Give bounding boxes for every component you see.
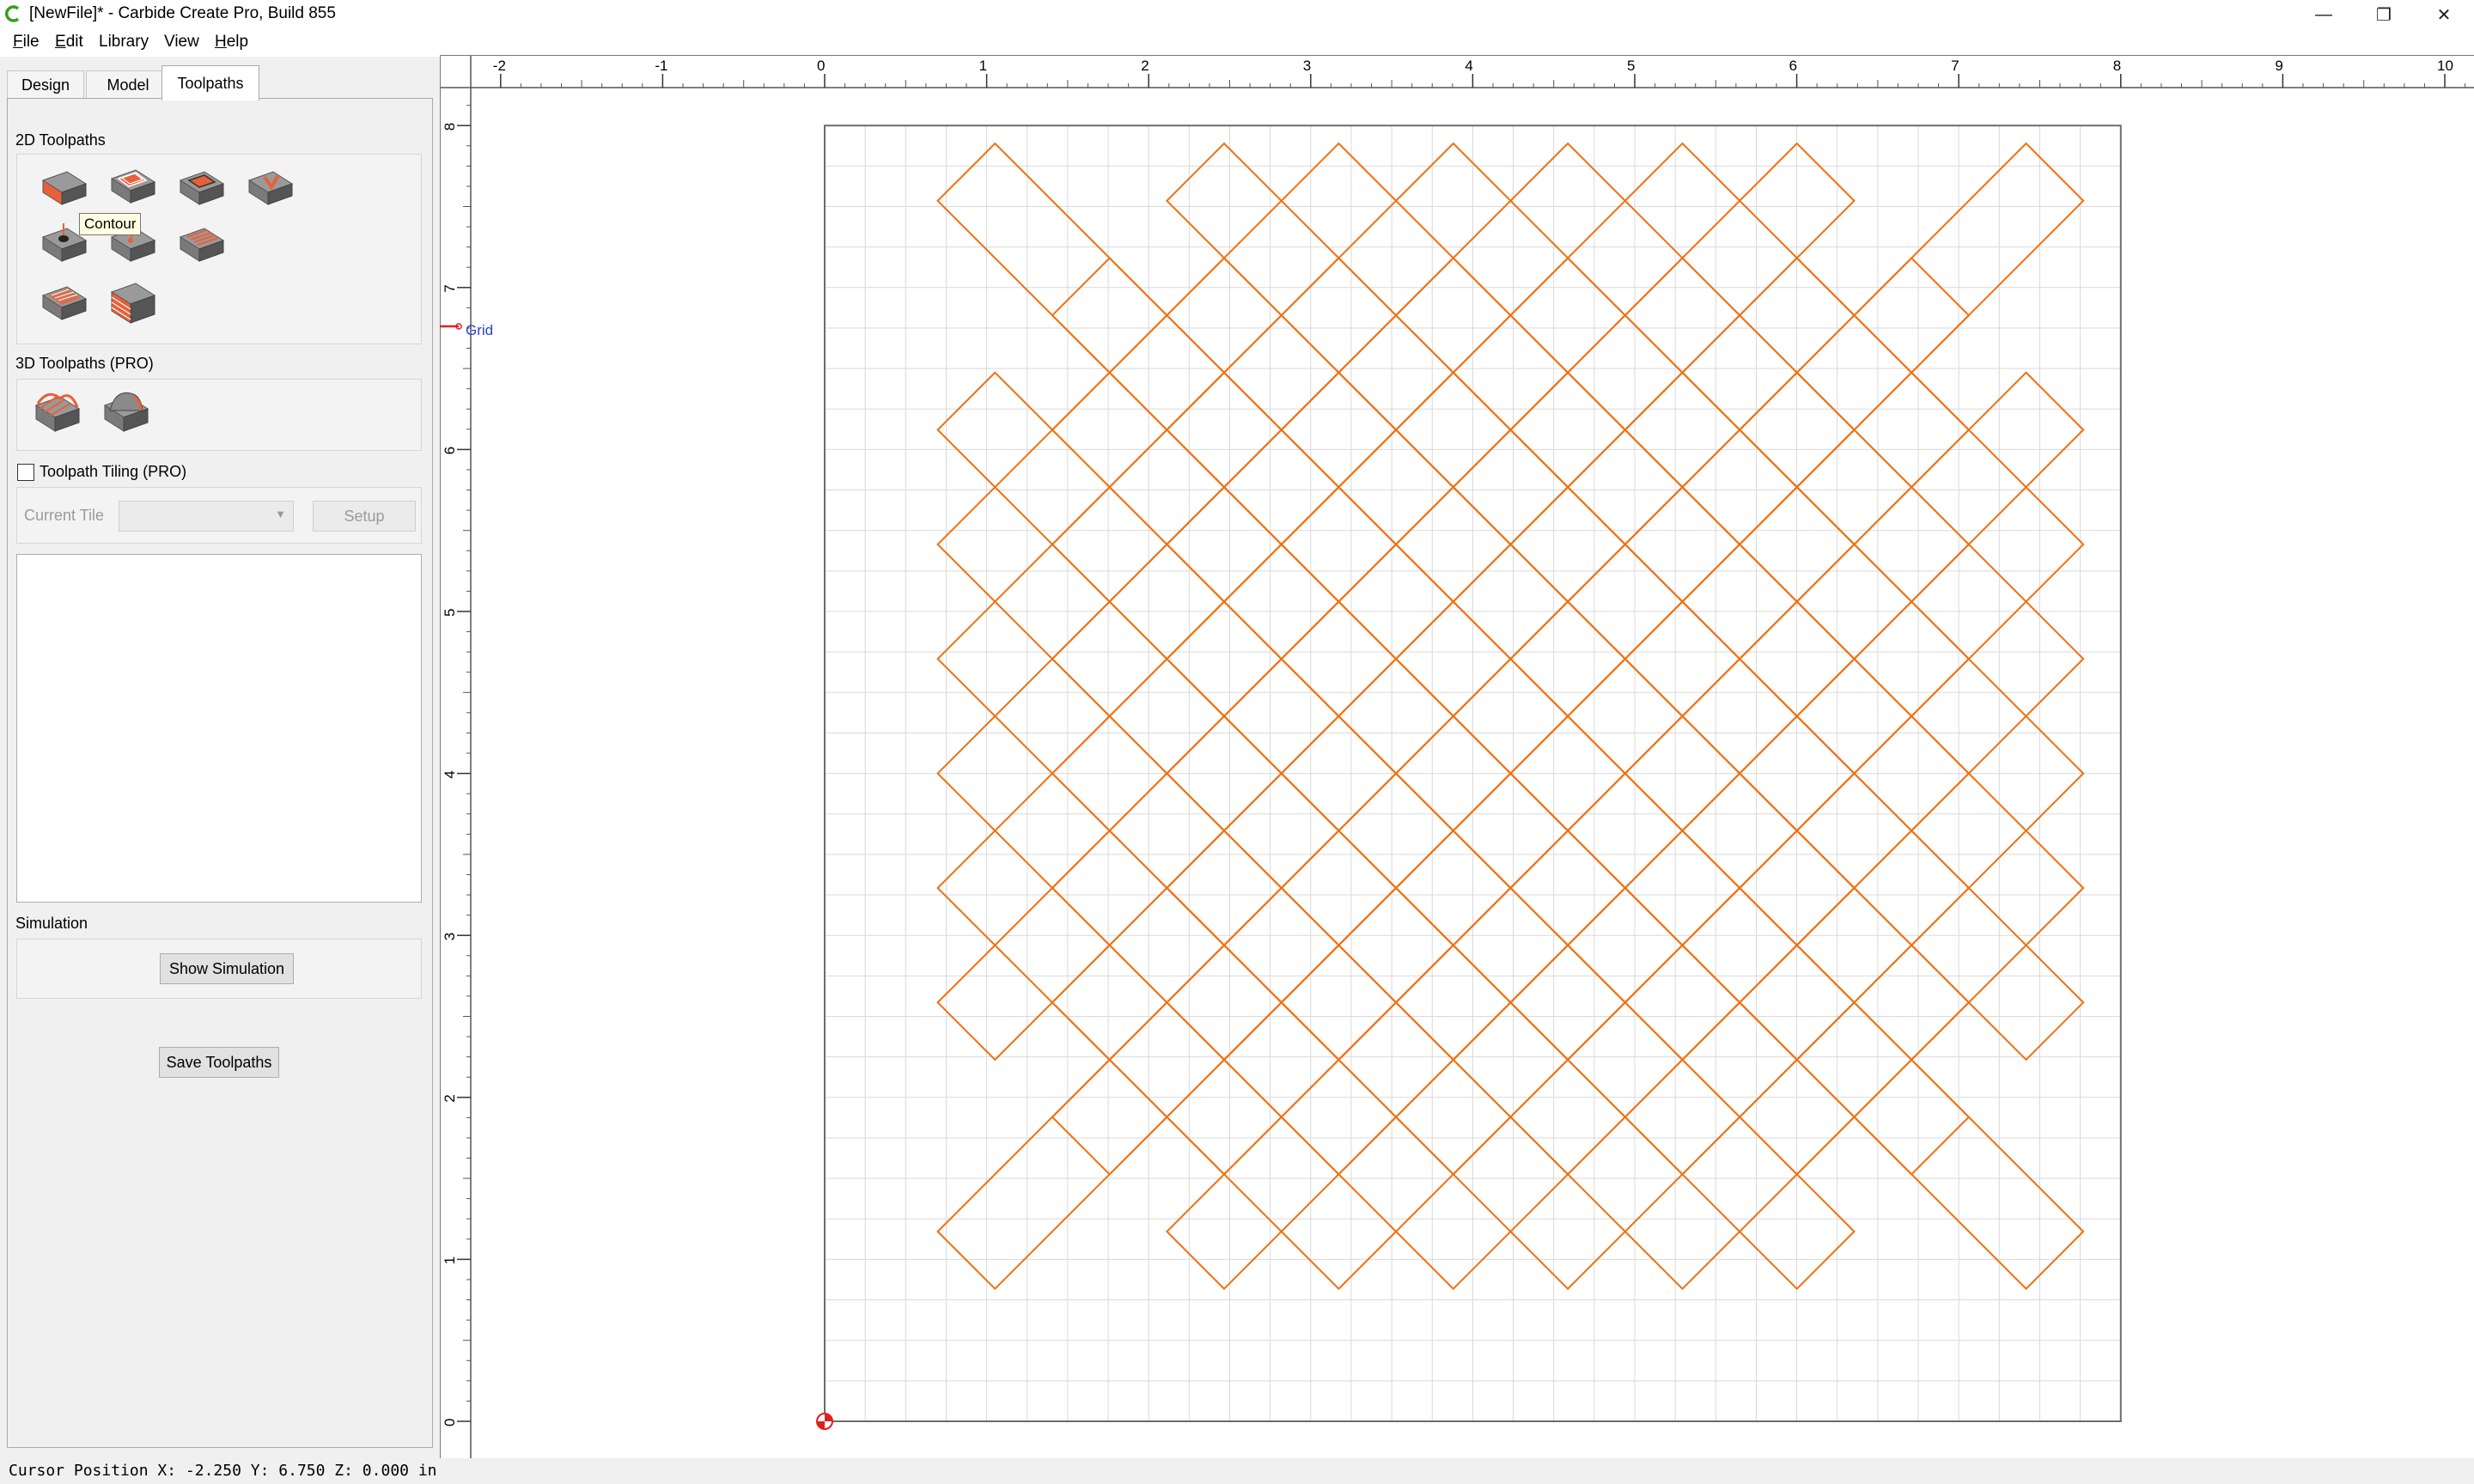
current-tile-label: Current Tile — [24, 507, 105, 524]
x-ruler-label: 4 — [1465, 58, 1472, 74]
tab-model[interactable]: Model — [86, 70, 170, 99]
toolpath-list[interactable] — [16, 554, 422, 903]
pocket-toolpath-icon[interactable] — [107, 163, 158, 213]
menu-view[interactable]: View — [164, 33, 199, 52]
x-ruler-label: 2 — [1141, 58, 1149, 74]
minimize-icon[interactable]: — — [2294, 0, 2354, 29]
tiling-setup-button[interactable]: Setup — [313, 501, 416, 532]
simulation-group: Show Simulation — [16, 939, 422, 999]
x-ruler-label: 3 — [1303, 58, 1311, 74]
y-ruler-label: 7 — [442, 284, 458, 292]
texture-toolpath-icon[interactable] — [175, 222, 227, 271]
origin-icon — [816, 1413, 833, 1430]
flatten-toolpath-icon[interactable] — [38, 280, 89, 330]
contour-toolpath-icon[interactable] — [38, 165, 89, 215]
menu-library[interactable]: Library — [99, 33, 149, 52]
x-ruler-label: -1 — [655, 58, 667, 74]
y-ruler-label: 2 — [442, 1094, 458, 1102]
canvas-drawing[interactable]: -2 -1 0 1 2 3 4 5 6 7 8 9 10 0 1 2 3 4 5 6 7 8 Grid — [439, 54, 2474, 1458]
window-title: [NewFile]* - Carbide Create Pro, Build 8… — [29, 4, 336, 22]
x-ruler-label: -2 — [493, 58, 506, 74]
y-ruler-label: 0 — [442, 1419, 458, 1426]
y-ruler-label: 5 — [442, 609, 458, 617]
3d-finish-icon[interactable] — [100, 388, 151, 438]
toolpath-tiling-checkbox[interactable] — [17, 464, 34, 481]
toolpaths-2d-label: 2D Toolpaths — [15, 131, 106, 149]
chevron-down-icon: ▼ — [275, 508, 286, 520]
close-icon[interactable]: ✕ — [2414, 0, 2474, 29]
design-canvas[interactable]: -2 -1 0 1 2 3 4 5 6 7 8 9 10 0 1 2 3 4 5 6 7 8 Grid — [439, 54, 2474, 1458]
x-ruler-label: 6 — [1789, 58, 1797, 74]
vcarve-toolpath-icon[interactable] — [244, 165, 296, 215]
y-ruler-label: 8 — [442, 123, 458, 131]
grid-label: Grid — [466, 322, 493, 338]
advanced-vcarve-icon[interactable] — [175, 165, 227, 215]
left-panel: Design Model Toolpaths 2D Toolpaths Cont… — [0, 57, 438, 1450]
menu-edit[interactable]: Edit — [55, 33, 83, 52]
adaptive-toolpath-icon[interactable] — [107, 280, 158, 330]
y-ruler-label: 6 — [442, 447, 458, 454]
tiling-group: Current Tile ▼ Setup — [16, 487, 422, 544]
menu-bar: File Edit Library View Help — [0, 29, 2474, 57]
x-ruler-label: 7 — [1951, 58, 1959, 74]
toolpaths-3d-label: 3D Toolpaths (PRO) — [15, 355, 154, 372]
menu-help[interactable]: Help — [215, 33, 248, 52]
save-toolpaths-button[interactable]: Save Toolpaths — [159, 1047, 279, 1078]
y-ruler-label: 1 — [442, 1256, 458, 1264]
tab-design[interactable]: Design — [7, 70, 84, 99]
carbide-logo-icon — [5, 5, 20, 22]
y-ruler-label: 3 — [442, 933, 458, 940]
x-ruler-label: 9 — [2275, 58, 2282, 74]
restore-icon[interactable]: ❐ — [2354, 0, 2414, 29]
cursor-position: Cursor Position X: -2.250 Y: 6.750 Z: 0.… — [9, 1462, 437, 1480]
show-simulation-button[interactable]: Show Simulation — [160, 953, 294, 984]
3d-rough-icon[interactable] — [31, 388, 82, 438]
toolpath-tiling-label: Toolpath Tiling (PRO) — [40, 463, 187, 480]
title-bar: [NewFile]* - Carbide Create Pro, Build 8… — [0, 0, 2474, 29]
y-ruler-label: 4 — [442, 770, 458, 778]
simulation-label: Simulation — [15, 915, 88, 932]
tab-toolpaths[interactable]: Toolpaths — [161, 65, 259, 100]
menu-file[interactable]: File — [13, 33, 40, 52]
x-ruler-label: 10 — [2437, 58, 2453, 74]
toolpaths-tab-body: 2D Toolpaths Contour 3D Toolpaths (PRO) … — [7, 98, 433, 1448]
x-ruler-label: 0 — [817, 58, 825, 74]
toolpaths-2d-group: Contour — [16, 154, 422, 344]
contour-tooltip: Contour — [79, 213, 142, 235]
current-tile-select[interactable]: ▼ — [119, 501, 294, 532]
status-bar: Cursor Position X: -2.250 Y: 6.750 Z: 0.… — [0, 1458, 2474, 1484]
x-ruler-label: 8 — [2113, 58, 2121, 74]
toolpaths-3d-group — [16, 379, 422, 451]
x-ruler-label: 5 — [1627, 58, 1635, 74]
x-ruler-label: 1 — [979, 58, 987, 74]
